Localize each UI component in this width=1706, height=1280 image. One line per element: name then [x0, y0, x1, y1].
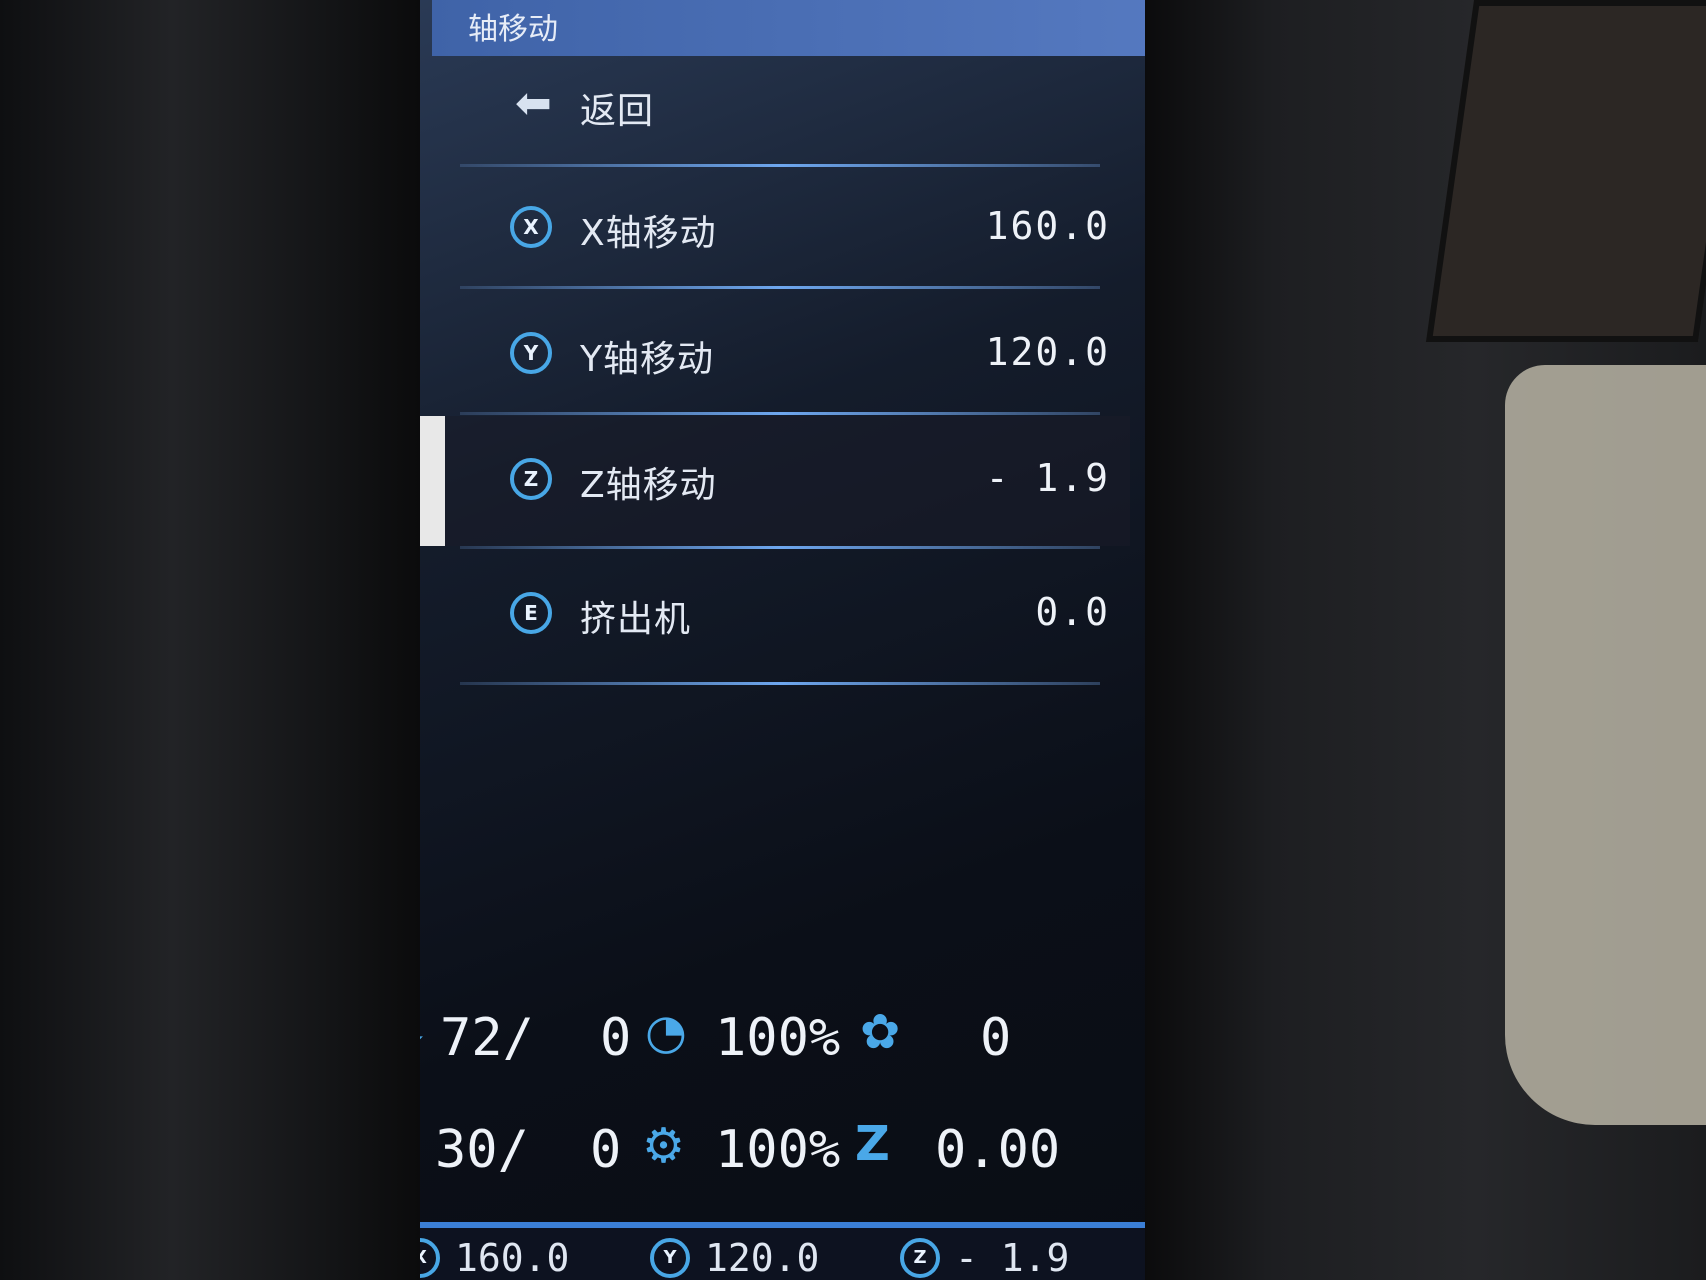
device-bezel-left [0, 0, 430, 1280]
menu-item-y-axis[interactable]: Y Y轴移动 120.0 [440, 290, 1130, 420]
fan-speed: 0 [980, 1008, 1012, 1068]
menu-item-label: X轴移动 [580, 213, 717, 254]
hotend-target: 0 [600, 1008, 632, 1068]
z-axis-value: - 1.9 [985, 456, 1110, 500]
menu-item-back[interactable]: ⬅ 返回 [440, 42, 1130, 172]
menu-item-z-axis[interactable]: Z Z轴移动 - 1.9 [420, 416, 1130, 546]
bed-temp: 30/ [435, 1120, 529, 1180]
extruder-value: 0.0 [1035, 590, 1110, 634]
menu-item-label: 挤出机 [580, 599, 692, 640]
selection-indicator [420, 416, 445, 546]
z-offset-value: 0.00 [935, 1120, 1061, 1180]
background-object [1425, 0, 1706, 342]
y-axis-icon: Y [510, 332, 552, 374]
x-position: 160.0 [455, 1236, 570, 1280]
printer-lcd-screen: 轴移动 ⬅ 返回 X X轴移动 160.0 Y Y轴移动 120.0 Z Z轴移… [420, 0, 1145, 1280]
fan-icon: ✿ [860, 1004, 901, 1060]
menu-item-label: Y轴移动 [580, 339, 714, 380]
divider [460, 412, 1100, 415]
print-speed: 100% [715, 1008, 841, 1068]
x-axis-icon: X [510, 206, 552, 248]
z-position-icon: Z [900, 1238, 940, 1278]
z-offset-icon: Z [855, 1116, 890, 1172]
bed-target: 0 [590, 1120, 622, 1180]
divider [460, 286, 1100, 289]
background-card [1505, 365, 1706, 1125]
hotend-icon: ⬇ [420, 1004, 430, 1060]
flow-rate: 100% [715, 1120, 841, 1180]
menu-item-extruder[interactable]: E 挤出机 0.0 [440, 550, 1130, 680]
x-position-icon: X [420, 1238, 440, 1278]
speed-gauge-icon: ◔ [645, 1004, 687, 1060]
extruder-icon: E [510, 592, 552, 634]
y-position: 120.0 [705, 1236, 820, 1280]
hotend-temp: 72/ [440, 1008, 534, 1068]
y-position-icon: Y [650, 1238, 690, 1278]
menu-item-label: 返回 [580, 91, 655, 132]
menu-item-x-axis[interactable]: X X轴移动 160.0 [440, 164, 1130, 294]
coordinate-bar: X 160.0 Y 120.0 Z - 1.9 [420, 1222, 1145, 1280]
divider [460, 546, 1100, 549]
back-arrow-icon: ⬅ [515, 78, 552, 129]
z-position: - 1.9 [955, 1236, 1070, 1280]
flow-icon: ⚙ [642, 1118, 686, 1174]
y-axis-value: 120.0 [985, 330, 1110, 374]
divider [460, 682, 1100, 685]
z-axis-icon: Z [510, 458, 552, 500]
menu-item-label: Z轴移动 [580, 465, 717, 506]
x-axis-value: 160.0 [985, 204, 1110, 248]
